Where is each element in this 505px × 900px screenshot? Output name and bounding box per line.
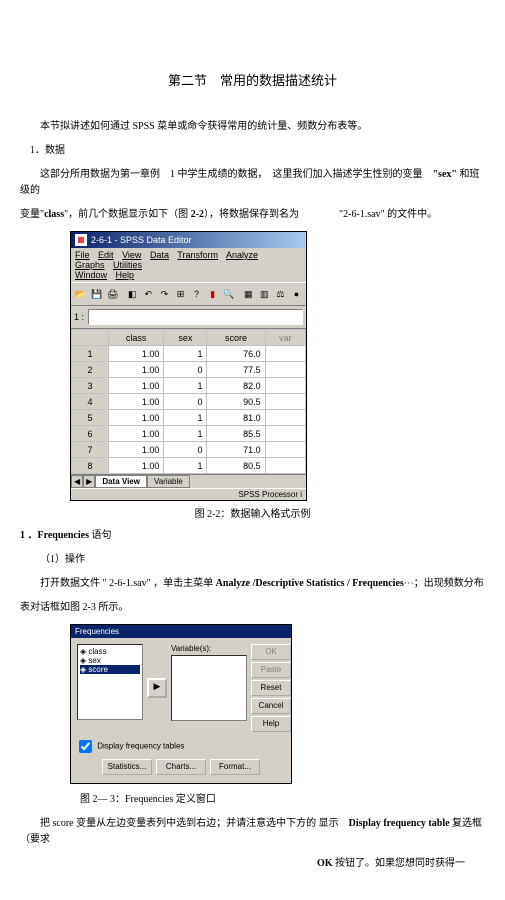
list-item[interactable]: ◈ sex (80, 656, 140, 665)
find-icon[interactable]: 🔍 (221, 285, 236, 303)
paragraph: （1）操作 (20, 552, 485, 568)
statistics-button[interactable]: Statistics... (102, 759, 152, 775)
menu-edit[interactable]: Edit (98, 250, 114, 260)
menu-transform[interactable]: Transform (177, 250, 218, 260)
dialog-title: Frequencies (75, 627, 119, 636)
col-header-empty[interactable]: var (265, 330, 305, 346)
table-row: 11.00176.0 (72, 346, 306, 362)
table-row: 71.00071.0 (72, 442, 306, 458)
help-button[interactable]: Help (251, 716, 291, 732)
spss-data-editor-window: ▦ 2-6-1 - SPSS Data Editor File Edit Vie… (70, 231, 307, 501)
figure-caption: 图 2-2：数据输入格式示例 (20, 505, 485, 520)
data-grid[interactable]: class sex score var 11.00176.0 21.00077.… (71, 328, 306, 474)
dialog-titlebar: Frequencies (71, 625, 291, 638)
table-row: 21.00077.5 (72, 362, 306, 378)
titlebar: ▦ 2-6-1 - SPSS Data Editor (71, 232, 306, 248)
scroll-left-icon[interactable]: ◀ (71, 475, 83, 488)
menu-window[interactable]: Window (75, 270, 107, 280)
cancel-button[interactable]: Cancel (251, 698, 291, 714)
paragraph: OK 按钮了。如果您想同时获得一 (20, 856, 485, 872)
select-icon[interactable]: ● (289, 285, 304, 303)
open-icon[interactable]: 📂 (73, 285, 88, 303)
checkbox-label: Display frequency tables (97, 742, 184, 751)
list-item[interactable]: ◈ class (80, 647, 140, 656)
menu-view[interactable]: View (122, 250, 141, 260)
paragraph: 变量"class"，前几个数据显示如下（图 2-2），将数据保存到名为 "2-6… (20, 207, 485, 223)
paragraph: 打开数据文件 " 2-6-1.sav" ，单击主菜单 Analyze /Desc… (20, 576, 485, 592)
statusbar: SPSS Processor i (71, 488, 306, 500)
table-row: 51.00181.0 (72, 410, 306, 426)
table-row: 61.00185.5 (72, 426, 306, 442)
row-indicator: 1 : (74, 312, 84, 322)
reset-button[interactable]: Reset (251, 680, 291, 696)
menu-analyze[interactable]: Analyze (226, 250, 258, 260)
save-icon[interactable]: 💾 (89, 285, 104, 303)
frequencies-dialog: Frequencies ◈ class ◈ sex ◈ score ▶ Vari… (70, 624, 292, 784)
chart-icon[interactable]: ▮ (205, 285, 220, 303)
corner-cell (72, 330, 109, 346)
find-icon[interactable]: ? (189, 285, 204, 303)
table-row: 41.00090.5 (72, 394, 306, 410)
list-item-selected[interactable]: ◈ score (80, 665, 140, 674)
undo-icon[interactable]: ↶ (141, 285, 156, 303)
table-row: 81.00180.5 (72, 458, 306, 474)
cell-value-input[interactable] (88, 309, 303, 325)
paste-button[interactable]: Paste (251, 662, 291, 678)
menu-help[interactable]: Help (116, 270, 135, 280)
target-variable-list[interactable] (171, 655, 247, 721)
charts-button[interactable]: Charts... (156, 759, 206, 775)
target-label: Variable(s): (171, 644, 247, 653)
tab-data-view[interactable]: Data View (95, 475, 147, 488)
paragraph: 表对话框如图 2-3 所示。 (20, 600, 485, 616)
menu-graphs[interactable]: Graphs (75, 260, 105, 270)
menu-file[interactable]: File (75, 250, 90, 260)
paragraph: 把 score 变量从左边变量表列中选到右边；并请注意选中下方的 显示 Disp… (20, 816, 485, 848)
move-right-button[interactable]: ▶ (147, 678, 167, 698)
split-icon[interactable]: ▥ (257, 285, 272, 303)
paragraph: 1．数据 (20, 143, 485, 159)
col-header[interactable]: class (109, 330, 164, 346)
print-icon[interactable]: 🖨 (105, 285, 120, 303)
tab-variable-view[interactable]: Variable (147, 475, 190, 488)
cell-editor: 1 : (71, 306, 306, 328)
paragraph: 这部分所用数据为第一章例 1 中学生成绩的数据， 这里我们加入描述学生性别的变量… (20, 167, 485, 199)
table-row: 31.00182.0 (72, 378, 306, 394)
scroll-right-icon[interactable]: ▶ (83, 475, 95, 488)
weight-icon[interactable]: ⚖ (273, 285, 288, 303)
goto-icon[interactable]: ⊞ (173, 285, 188, 303)
col-header[interactable]: score (207, 330, 265, 346)
view-tabs: ◀ ▶ Data View Variable (71, 474, 306, 488)
app-icon: ▦ (75, 234, 87, 246)
heading: 1 ．Frequencies 语句 (20, 528, 485, 544)
source-variable-list[interactable]: ◈ class ◈ sex ◈ score (77, 644, 143, 720)
menu-data[interactable]: Data (150, 250, 169, 260)
menubar: File Edit View Data Transform Analyze Gr… (71, 248, 306, 282)
insert-icon[interactable]: ▦ (241, 285, 256, 303)
section-title: 第二节 常用的数据描述统计 (20, 70, 485, 89)
display-freq-checkbox-row: Display frequency tables (71, 738, 291, 755)
display-freq-checkbox[interactable] (79, 740, 92, 753)
paragraph: 本节拟讲述如何通过 SPSS 菜单或命令获得常用的统计量、频数分布表等。 (20, 119, 485, 135)
ok-button[interactable]: OK (251, 644, 291, 660)
col-header[interactable]: sex (164, 330, 207, 346)
figure-caption: 图 2— 3：Frequencies 定义窗口 (80, 792, 485, 808)
format-button[interactable]: Format... (210, 759, 260, 775)
dialog-recall-icon[interactable]: ◧ (125, 285, 140, 303)
redo-icon[interactable]: ↷ (157, 285, 172, 303)
window-title: 2-6-1 - SPSS Data Editor (91, 235, 192, 245)
menu-utilities[interactable]: Utilities (113, 260, 142, 270)
toolbar: 📂 💾 🖨 ◧ ↶ ↷ ⊞ ? ▮ 🔍 ▦ ▥ ⚖ ● (71, 282, 306, 306)
